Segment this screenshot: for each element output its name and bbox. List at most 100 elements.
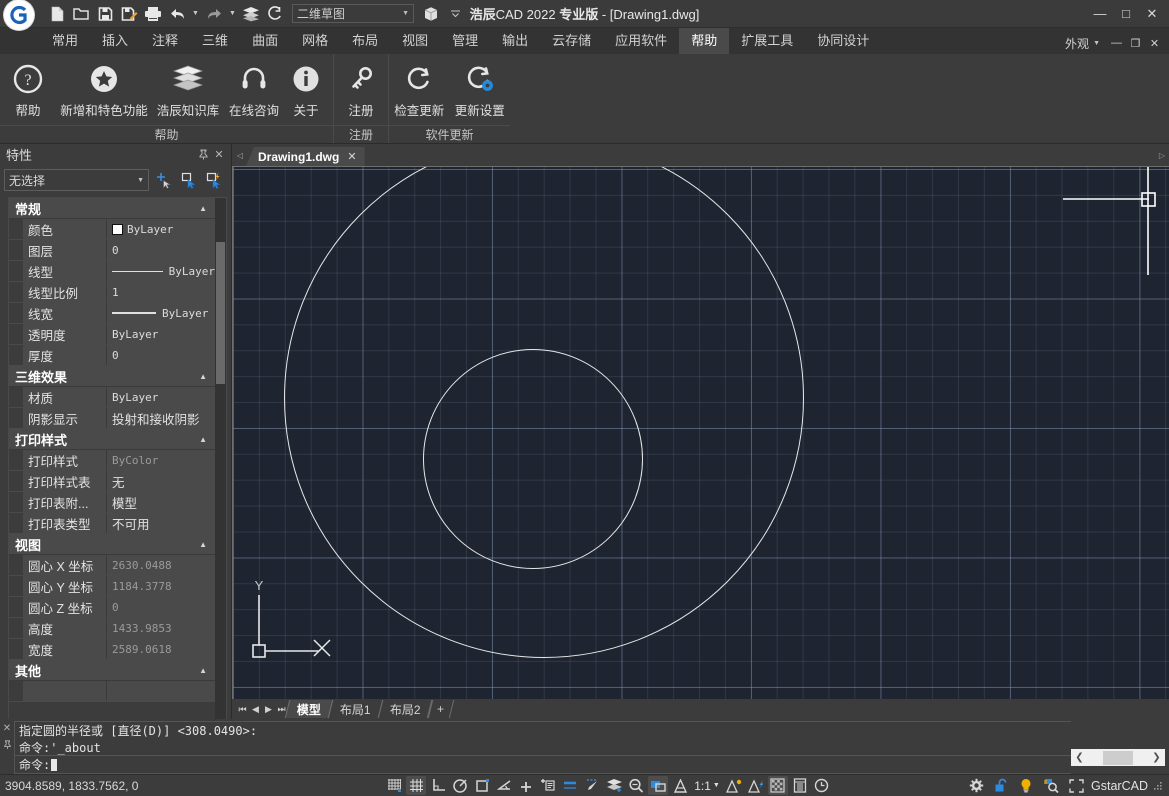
lineweight-toggle[interactable] — [560, 776, 580, 795]
scrollbar-thumb[interactable] — [216, 242, 225, 384]
unlock-button[interactable] — [991, 776, 1011, 795]
property-row-linetype[interactable]: 线型 ByLayer — [9, 261, 215, 282]
property-value[interactable]: 无 — [107, 471, 215, 491]
qat-more-button[interactable] — [450, 9, 461, 18]
object-snap-tracking-toggle[interactable] — [494, 776, 514, 795]
ribbon-tab-guanli[interactable]: 管理 — [440, 28, 490, 54]
property-value[interactable]: ByLayer — [107, 324, 215, 344]
close-icon[interactable]: ✕ — [347, 150, 356, 163]
ribbon-tab-changyong[interactable]: 常用 — [40, 28, 90, 54]
doc-minimize-button[interactable]: — — [1108, 32, 1125, 54]
maximize-button[interactable]: □ — [1113, 2, 1139, 26]
layout-first-button[interactable]: ⏮ — [236, 701, 249, 717]
property-value[interactable]: ByLayer — [107, 261, 215, 281]
fullscreen-button[interactable] — [1066, 776, 1086, 795]
layout-tab-model[interactable]: 模型 — [285, 700, 334, 718]
scroll-right-button[interactable]: ❯ — [1149, 752, 1164, 763]
property-value[interactable] — [107, 681, 215, 701]
grid-display-toggle[interactable] — [406, 776, 426, 795]
property-value[interactable]: 0 — [107, 240, 215, 260]
ribbon-tab-shitu[interactable]: 视图 — [390, 28, 440, 54]
scrollbar-thumb[interactable] — [1103, 751, 1133, 765]
layout-prev-button[interactable]: ◀ — [249, 701, 262, 717]
annotation-visibility-toggle[interactable] — [648, 776, 668, 795]
selection-cycling-toggle[interactable] — [626, 776, 646, 795]
layout-next-button[interactable]: ▶ — [262, 701, 275, 717]
ribbon-tab-sanwei[interactable]: 三维 — [190, 28, 240, 54]
diagnose-button[interactable] — [1041, 776, 1061, 795]
property-value[interactable]: 1433.9853 — [107, 618, 215, 638]
new-file-button[interactable] — [46, 3, 68, 25]
pin-icon[interactable] — [195, 146, 211, 162]
properties-category-general[interactable]: 常规 ▲ — [9, 198, 215, 219]
ribbon-tab-kuozhangongju[interactable]: 扩展工具 — [729, 28, 805, 54]
transparency-toggle[interactable] — [582, 776, 602, 795]
property-row-plotstyle-type[interactable]: 打印表类型 不可用 — [9, 513, 215, 534]
chevron-down-icon[interactable]: ▼ — [1093, 40, 1100, 47]
annotation-scale-auto-toggle[interactable] — [724, 776, 744, 795]
ribbon-tab-bangzhu[interactable]: 帮助 — [679, 28, 729, 54]
tips-button[interactable] — [1016, 776, 1036, 795]
layout-add-button[interactable]: + — [427, 700, 455, 718]
polar-tracking-toggle[interactable] — [450, 776, 470, 795]
clean-screen-toggle[interactable] — [812, 776, 832, 795]
ribbon-tab-zhushi[interactable]: 注释 — [140, 28, 190, 54]
annotation-scale-a1-toggle[interactable] — [670, 776, 690, 795]
command-close-button[interactable]: ✕ — [3, 723, 11, 734]
property-row-center-z[interactable]: 圆心 Z 坐标 0 — [9, 597, 215, 618]
quick-properties-toggle[interactable] — [604, 776, 624, 795]
property-value[interactable]: ByLayer — [107, 387, 215, 407]
ribbon-tab-qumian[interactable]: 曲面 — [240, 28, 290, 54]
properties-category-view[interactable]: 视图 ▲ — [9, 534, 215, 555]
save-file-button[interactable] — [94, 3, 116, 25]
ribbon-tab-yuncunchu[interactable]: 云存储 — [540, 28, 603, 54]
property-row-plotstyle[interactable]: 打印样式 ByColor — [9, 450, 215, 471]
doc-tab-next-button[interactable]: ▷ — [1155, 151, 1169, 160]
drawing-canvas-wrapper[interactable]: Y — [232, 166, 1169, 699]
quick-select-button[interactable] — [203, 170, 225, 190]
new-features-button[interactable]: 新增和特色功能 — [56, 60, 152, 121]
doc-close-button[interactable]: ✕ — [1146, 32, 1163, 54]
scroll-left-button[interactable]: ❮ — [1072, 752, 1087, 763]
document-tab-drawing1[interactable]: Drawing1.dwg ✕ — [246, 147, 365, 166]
property-value[interactable]: 2630.0488 — [107, 555, 215, 575]
properties-scrollbar[interactable] — [215, 198, 226, 719]
property-row-lineweight[interactable]: 线宽 ByLayer — [9, 303, 215, 324]
print-button[interactable] — [142, 3, 164, 25]
check-update-button[interactable]: 检查更新 — [389, 60, 450, 121]
property-row-width[interactable]: 宽度 2589.0618 — [9, 639, 215, 660]
doc-tab-prev-button[interactable]: ◁ — [234, 151, 246, 160]
undo-button[interactable] — [166, 3, 188, 25]
workspace-switch-toggle[interactable] — [768, 776, 788, 795]
knowledge-base-button[interactable]: 浩辰知识库 — [152, 60, 224, 121]
command-input-line[interactable]: 命令: — [15, 755, 1071, 773]
properties-category-3d[interactable]: 三维效果 ▲ — [9, 366, 215, 387]
about-button[interactable]: 关于 — [284, 60, 328, 121]
register-button[interactable]: 注册 — [334, 60, 388, 121]
snap-mode-toggle[interactable] — [384, 776, 404, 795]
property-value[interactable]: 投射和接收阴影 — [107, 408, 215, 428]
layout-tab-layout2[interactable]: 布局2 — [377, 700, 432, 718]
ortho-mode-toggle[interactable] — [428, 776, 448, 795]
property-row-plotstyle-attach[interactable]: 打印表附... 模型 — [9, 492, 215, 513]
dynamic-input-toggle[interactable] — [538, 776, 558, 795]
layout-tab-layout1[interactable]: 布局1 — [328, 700, 383, 718]
property-row-plotstyle-table[interactable]: 打印样式表 无 — [9, 471, 215, 492]
property-row-transparency[interactable]: 透明度 ByLayer — [9, 324, 215, 345]
open-file-button[interactable] — [70, 3, 92, 25]
ribbon-tab-shuchu[interactable]: 输出 — [490, 28, 540, 54]
help-button[interactable]: ? 帮助 — [0, 60, 56, 121]
inner-circle[interactable] — [423, 349, 643, 569]
property-value[interactable]: 0 — [107, 597, 215, 617]
property-value[interactable]: 1184.3778 — [107, 576, 215, 596]
property-row-center-y[interactable]: 圆心 Y 坐标 1184.3778 — [9, 576, 215, 597]
update-settings-button[interactable]: 更新设置 — [450, 60, 511, 121]
ribbon-tab-yingyongruanjian[interactable]: 应用软件 — [603, 28, 679, 54]
property-row-thickness[interactable]: 厚度 0 — [9, 345, 215, 366]
ribbon-tab-buju[interactable]: 布局 — [340, 28, 390, 54]
restore-button[interactable] — [264, 3, 286, 25]
online-consult-button[interactable]: 在线咨询 — [224, 60, 284, 121]
close-icon[interactable]: ✕ — [211, 146, 227, 162]
command-horizontal-scrollbar[interactable]: ❮ ❯ — [1071, 749, 1165, 766]
ribbon-tab-charu[interactable]: 插入 — [90, 28, 140, 54]
